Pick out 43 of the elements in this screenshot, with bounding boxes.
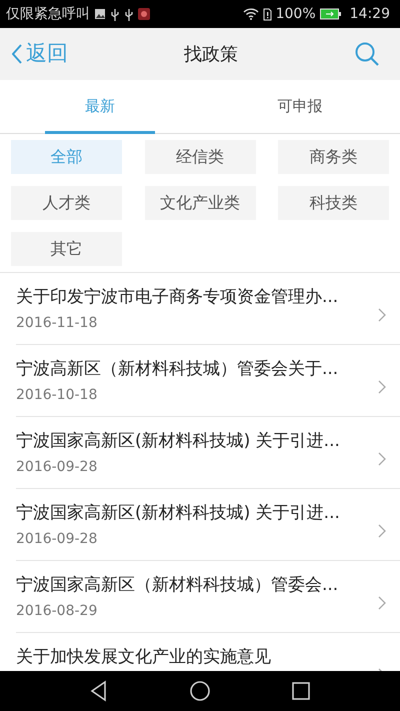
chevron-right-icon [378, 380, 386, 394]
chevron-right-icon [378, 524, 386, 538]
policy-date: 2016-10-18 [16, 386, 98, 405]
policy-row[interactable]: 宁波国家高新区(新材料科技城) 关于引进... 2016-09-28 [16, 417, 400, 489]
tab[interactable]: 可申报 [200, 80, 400, 133]
carrier-text: 仅限紧急呼叫 [6, 4, 90, 24]
policy-title: 宁波国家高新区(新材料科技城) 关于引进... [16, 430, 340, 453]
policy-date: 2016-08-29 [16, 602, 98, 621]
usb-icon [110, 8, 120, 20]
policy-title: 宁波国家高新区(新材料科技城) 关于引进... [16, 502, 340, 525]
policy-row[interactable]: 宁波国家高新区(新材料科技城) 关于引进... 2016-09-28 [16, 489, 400, 561]
policy-row[interactable]: 宁波国家高新区（新材料科技城）管委会... 2016-08-29 [16, 561, 400, 633]
chevron-right-icon [378, 596, 386, 610]
clock-time: 14:29 [350, 4, 390, 24]
chevron-left-icon [12, 44, 22, 64]
policy-row[interactable]: 宁波高新区（新材料科技城）管委会关于... 2016-10-18 [16, 345, 400, 417]
category-chip[interactable]: 科技类 [278, 186, 389, 220]
home-icon[interactable] [188, 680, 211, 702]
battery-percent: 100% [276, 4, 316, 24]
chevron-right-icon [378, 308, 386, 322]
category-chip[interactable]: 人才类 [11, 186, 122, 220]
policy-title: 关于加快发展文化产业的实施意见 [16, 646, 271, 669]
category-chip[interactable]: 商务类 [278, 140, 389, 174]
category-chip[interactable]: 经信类 [144, 140, 256, 174]
policy-date: 2016-11-18 [16, 314, 98, 333]
policy-title: 宁波国家高新区（新材料科技城）管委会... [16, 574, 338, 597]
category-chip[interactable]: 其它 [11, 232, 122, 266]
page-title: 找政策 [184, 42, 238, 66]
policy-row[interactable]: 关于印发宁波市电子商务专项资金管理办... 2016-11-18 [16, 273, 400, 345]
policy-title: 关于印发宁波市电子商务专项资金管理办... [16, 286, 338, 309]
category-chip[interactable]: 文化产业类 [144, 186, 256, 220]
sim-icon [262, 8, 272, 20]
battery-icon [320, 8, 342, 20]
recents-icon[interactable] [290, 680, 312, 702]
chevron-right-icon [378, 452, 386, 466]
policy-date: 2016-09-28 [16, 458, 98, 477]
image-icon [94, 8, 106, 20]
search-icon[interactable] [354, 41, 380, 67]
app-icon [138, 8, 150, 20]
policy-date: 2016-09-28 [16, 530, 98, 549]
policy-title: 宁波高新区（新材料科技城）管委会关于... [16, 358, 338, 381]
wifi-icon [242, 8, 259, 20]
usb-icon [124, 8, 134, 20]
